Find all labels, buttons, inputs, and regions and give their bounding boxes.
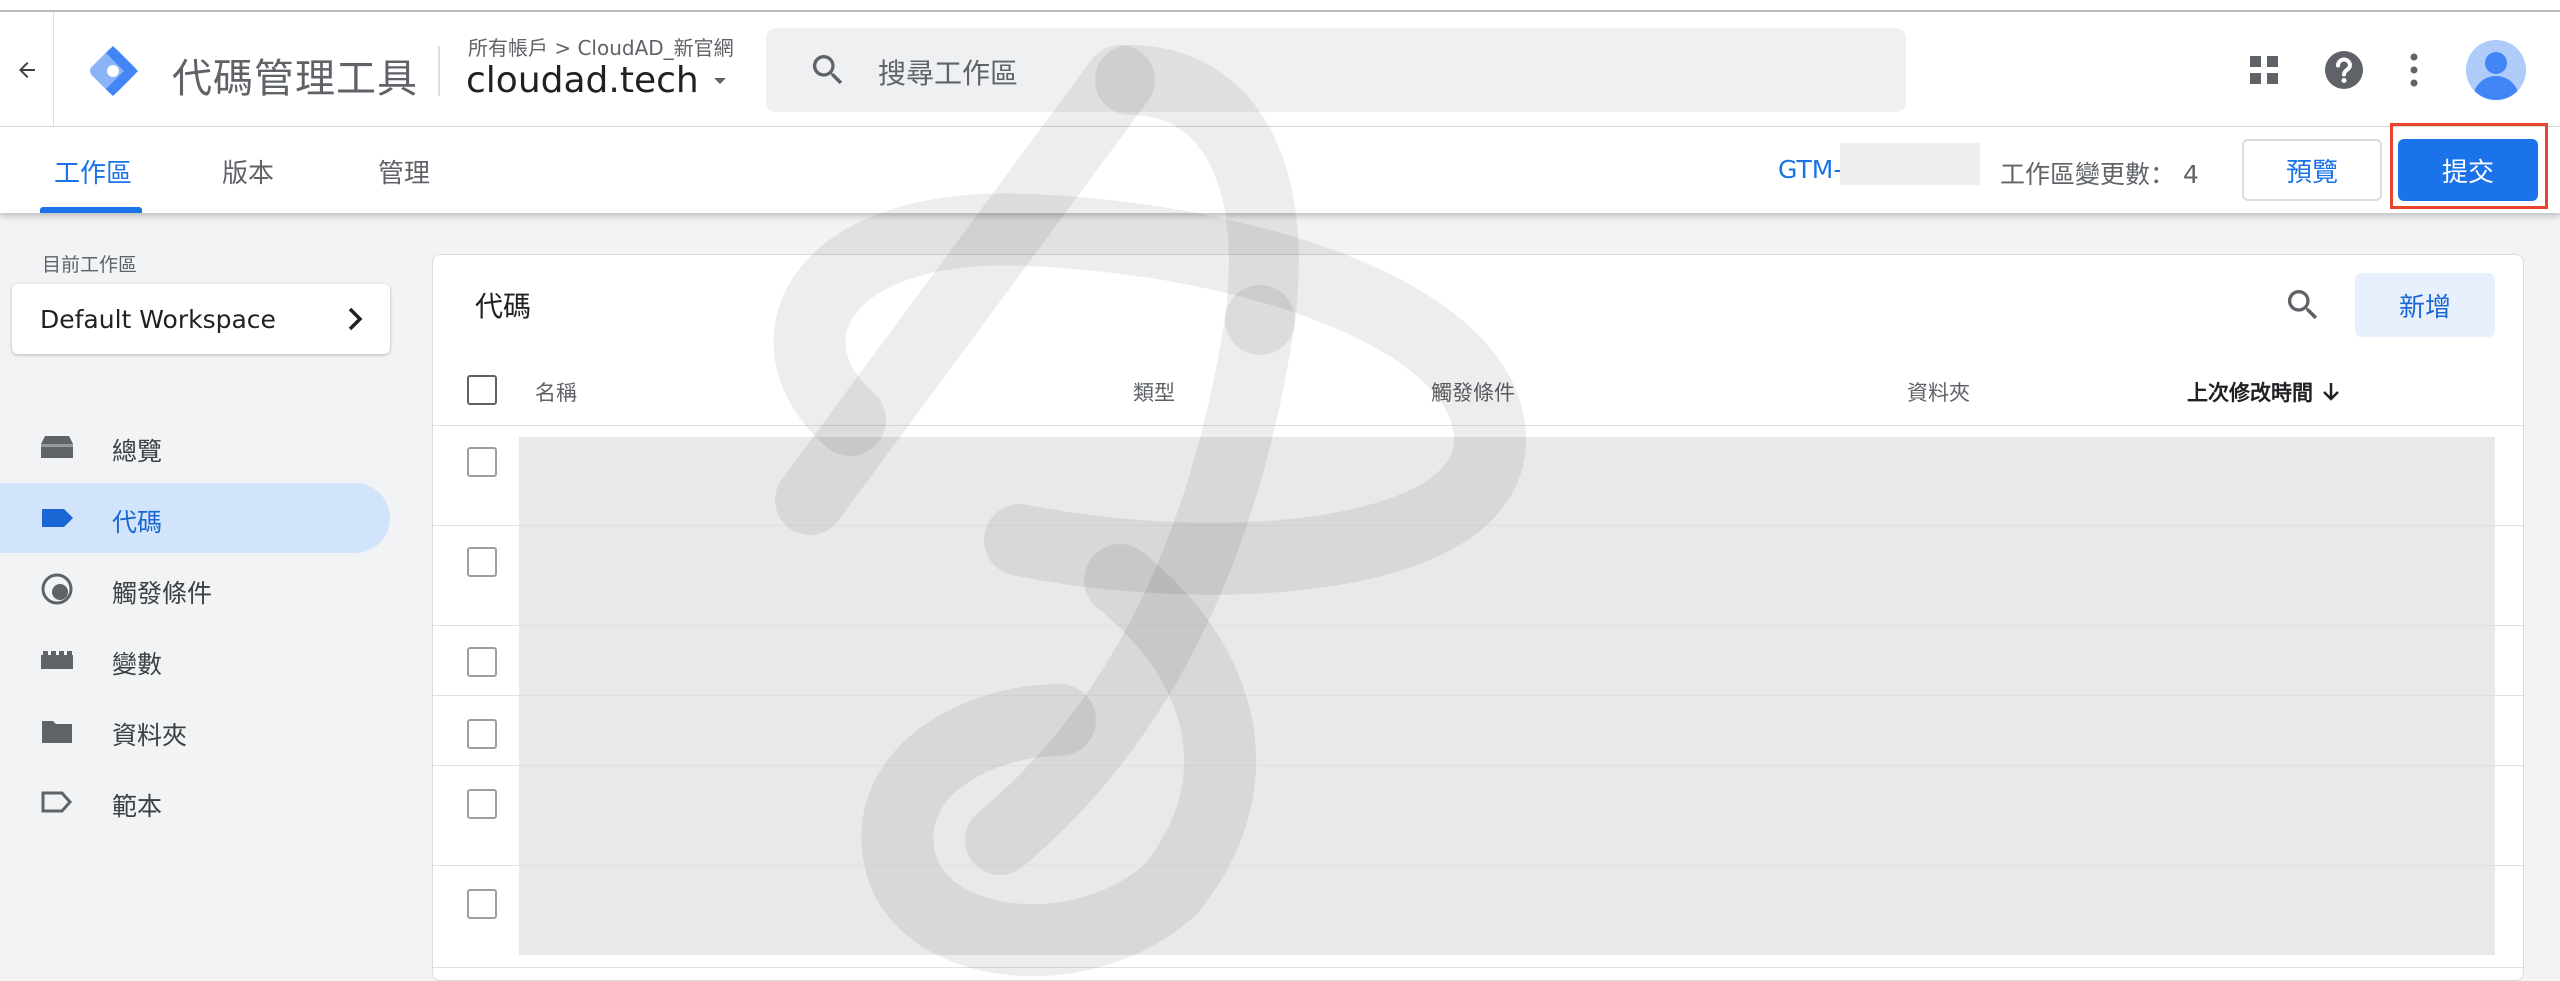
more-vert-icon xyxy=(2410,53,2418,87)
app-header: 代碼管理工具 所有帳戶 > CloudAD_新官網 cloudad.tech 搜… xyxy=(0,12,2560,127)
tab-bar: 工作區 版本 管理 GTM- 工作區變更數： 4 預覽 xyxy=(0,127,2560,213)
arrow-back-icon xyxy=(18,61,35,78)
sidebar-item-label: 範本 xyxy=(112,792,163,821)
submit-button[interactable]: 提交 xyxy=(2398,139,2538,201)
overview-icon xyxy=(40,432,74,462)
sidebar-item-label: 資料夾 xyxy=(112,721,188,750)
help-icon xyxy=(2325,51,2363,89)
sidebar-item-tags[interactable]: 代碼 xyxy=(0,483,390,553)
container-name: cloudad.tech xyxy=(466,60,699,101)
sidebar-item-templates[interactable]: 範本 xyxy=(0,767,390,837)
redacted-rows xyxy=(519,437,2495,955)
header-divider xyxy=(433,425,2523,426)
row-checkbox[interactable] xyxy=(467,647,497,677)
help-button[interactable] xyxy=(2316,42,2372,98)
sidebar-item-label: 總覽 xyxy=(112,437,163,466)
breadcrumb[interactable]: 所有帳戶 > CloudAD_新官網 xyxy=(468,32,734,61)
back-button[interactable] xyxy=(0,12,54,127)
chevron-right-icon xyxy=(348,307,363,331)
column-header-label: 上次修改時間 xyxy=(2187,381,2313,405)
column-header-name[interactable]: 名稱 xyxy=(535,377,577,407)
sidebar-item-label: 代碼 xyxy=(112,508,163,537)
select-all-checkbox[interactable] xyxy=(467,375,497,405)
search-icon xyxy=(812,55,843,85)
row-divider xyxy=(433,765,2523,766)
container-selector[interactable]: cloudad.tech xyxy=(466,60,729,101)
row-divider xyxy=(433,967,2523,968)
new-tag-button[interactable]: 新增 xyxy=(2355,273,2495,337)
row-checkbox[interactable] xyxy=(467,719,497,749)
row-checkbox[interactable] xyxy=(467,889,497,919)
template-icon xyxy=(40,787,74,817)
card-title: 代碼 xyxy=(475,290,532,323)
column-header-last-edited[interactable]: 上次修改時間 xyxy=(2187,377,2341,407)
row-divider xyxy=(433,525,2523,526)
row-checkbox[interactable] xyxy=(467,789,497,819)
more-options-button[interactable] xyxy=(2386,42,2442,98)
sidebar-item-overview[interactable]: 總覽 xyxy=(0,412,390,482)
search-placeholder: 搜尋工作區 xyxy=(878,57,1019,90)
sidebar-item-triggers[interactable]: 觸發條件 xyxy=(0,554,390,624)
row-checkbox[interactable] xyxy=(467,447,497,477)
column-header-triggers[interactable]: 觸發條件 xyxy=(1431,377,1515,407)
tag-manager-logo xyxy=(90,46,138,96)
redacted-container-id xyxy=(1840,143,1980,185)
preview-button[interactable]: 預覽 xyxy=(2242,139,2382,201)
tab-workspace[interactable]: 工作區 xyxy=(54,153,132,190)
arrow-down-icon xyxy=(2323,383,2339,401)
column-header-folder[interactable]: 資料夾 xyxy=(1907,377,1970,407)
tags-card: 代碼 新增 名稱 類型 觸發條件 資料夾 上次修改時間 xyxy=(432,254,2524,981)
row-divider xyxy=(433,625,2523,626)
trigger-icon xyxy=(40,573,74,605)
row-divider xyxy=(433,865,2523,866)
workspace-name: Default Workspace xyxy=(40,304,276,334)
product-name: 代碼管理工具 xyxy=(172,56,418,102)
header-divider xyxy=(438,46,440,96)
tab-versions[interactable]: 版本 xyxy=(222,153,274,190)
workspace-search[interactable]: 搜尋工作區 xyxy=(766,28,1906,112)
workspace-changes: 工作區變更數： 4 xyxy=(2000,160,2199,189)
apps-grid-icon xyxy=(2250,56,2278,84)
current-workspace-label: 目前工作區 xyxy=(42,254,138,276)
tab-admin[interactable]: 管理 xyxy=(378,153,430,190)
active-tab-indicator xyxy=(40,207,142,213)
account-icon xyxy=(2466,40,2526,100)
tag-icon xyxy=(40,503,74,533)
sidebar-item-variables[interactable]: 變數 xyxy=(0,625,390,695)
search-icon[interactable] xyxy=(2283,285,2323,325)
column-header-type[interactable]: 類型 xyxy=(1133,377,1175,407)
avatar[interactable] xyxy=(2466,40,2526,100)
row-divider xyxy=(433,695,2523,696)
sidebar-item-folders[interactable]: 資料夾 xyxy=(0,696,390,766)
sidebar-item-label: 變數 xyxy=(112,650,163,679)
sidebar-item-label: 觸發條件 xyxy=(112,579,213,608)
folder-icon xyxy=(40,716,74,746)
variable-icon xyxy=(40,645,74,675)
window-top-edge xyxy=(0,0,2560,12)
caret-down-icon xyxy=(713,77,726,84)
container-id: GTM- xyxy=(1778,155,1843,184)
apps-button[interactable] xyxy=(2236,42,2292,98)
workspace-selector[interactable]: Default Workspace xyxy=(12,284,390,354)
row-checkbox[interactable] xyxy=(467,547,497,577)
